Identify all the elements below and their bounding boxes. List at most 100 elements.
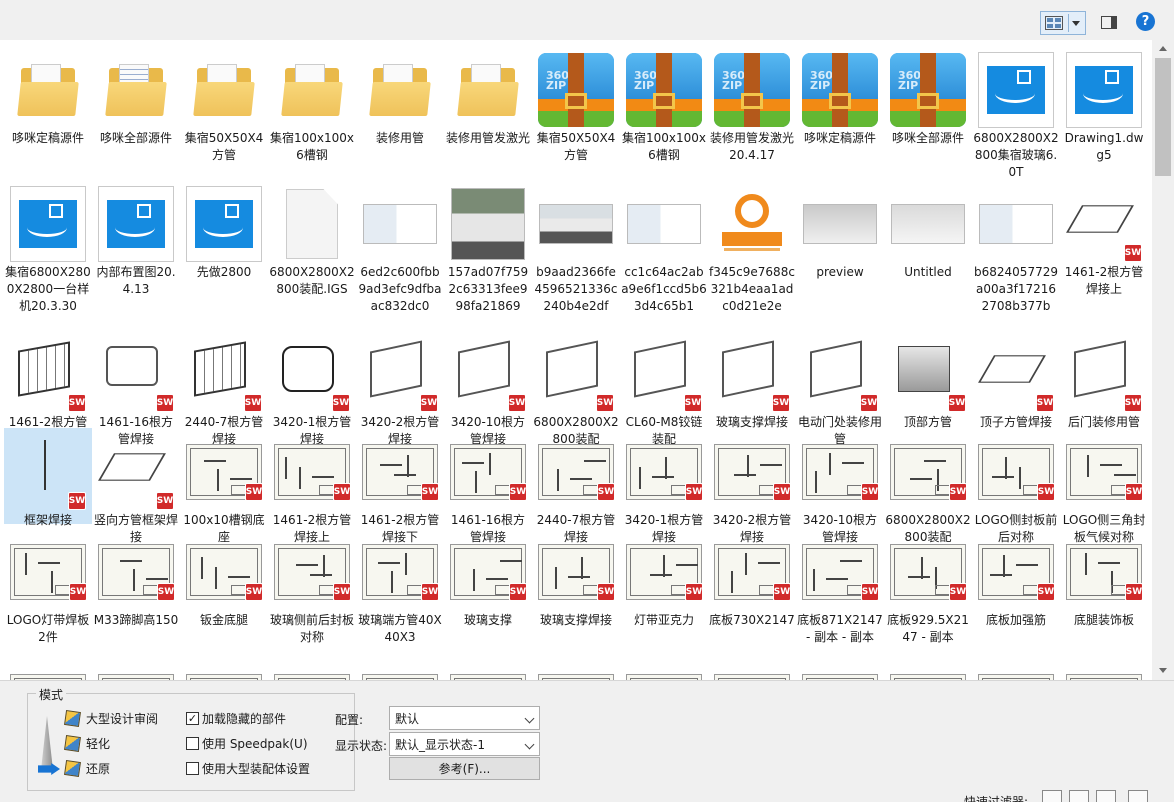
file-item[interactable]: SW 顶子方管焊接	[972, 330, 1060, 429]
file-item[interactable]: SW	[4, 658, 92, 680]
scroll-down-arrow-icon[interactable]	[1159, 668, 1167, 673]
file-item[interactable]: SW 后门装修用管	[1060, 330, 1148, 429]
file-item[interactable]: SW 灯带亚克力	[620, 528, 708, 627]
file-item[interactable]: SW 竖向方管框架焊接	[92, 428, 180, 544]
help-icon[interactable]: ?	[1136, 12, 1155, 31]
file-item[interactable]: 集宿6800X2800X2800一台样机20.3.30	[4, 180, 92, 313]
file-item[interactable]: b9aad2366fe4596521336c240b4e2df	[532, 180, 620, 313]
mode-large-design-review[interactable]: 大型设计审阅	[64, 708, 158, 728]
file-item[interactable]: 6800X2800X2800装配.IGS	[268, 180, 356, 296]
file-item[interactable]: SW 电动门处装修用管	[796, 330, 884, 446]
checkbox-unchecked[interactable]	[186, 736, 199, 750]
file-item[interactable]: SW1461-2根方管焊接下	[356, 428, 444, 544]
file-item[interactable]: SW 底板加强筋	[972, 528, 1060, 627]
file-item[interactable]: SW	[972, 658, 1060, 680]
file-item[interactable]: SW	[620, 658, 708, 680]
mode-resolved[interactable]: 还原	[64, 758, 110, 778]
file-item[interactable]: 先做2800	[180, 180, 268, 279]
file-item[interactable]: cc1c64ac2aba9e6f1ccd5b63d4c65b1	[620, 180, 708, 313]
file-item[interactable]: SW 1461-16根方管焊接	[92, 330, 180, 446]
file-item[interactable]: SW 底腿装饰板	[1060, 528, 1148, 627]
file-item[interactable]: SW	[796, 658, 884, 680]
file-item[interactable]: b6824057729a00a3f172162708b377b	[972, 180, 1060, 313]
file-item[interactable]: SW 框架焊接	[4, 428, 92, 527]
preview-pane-button[interactable]	[1099, 13, 1119, 31]
file-item[interactable]: SW	[92, 658, 180, 680]
config-select[interactable]: 默认	[389, 706, 540, 730]
checkbox-checked[interactable]: ✓	[186, 711, 199, 725]
file-item[interactable]: SW 1461-2根方管焊接上	[1060, 180, 1148, 296]
display-state-select[interactable]: 默认_显示状态-1	[389, 732, 540, 756]
view-mode-button[interactable]	[1040, 11, 1086, 35]
file-item[interactable]: preview	[796, 180, 884, 279]
file-item[interactable]: SW 玻璃侧前后封板对称	[268, 528, 356, 644]
vertical-scrollbar[interactable]	[1152, 40, 1174, 680]
file-item[interactable]: SW LOGO灯带焊板2件	[4, 528, 92, 644]
file-item[interactable]: Untitled	[884, 180, 972, 279]
file-item[interactable]: 装修用管发激光	[444, 46, 532, 145]
filter-parts-icon[interactable]	[1042, 790, 1062, 802]
file-item[interactable]: SW	[1060, 658, 1148, 680]
file-item[interactable]: Drawing1.dwg5	[1060, 46, 1148, 162]
scrollbar-thumb[interactable]	[1155, 58, 1171, 176]
file-item[interactable]: 集宿100x100x6槽钢	[268, 46, 356, 162]
file-item[interactable]: 360 ZIP 哆咪全部源件	[884, 46, 972, 145]
file-item[interactable]: 157ad07f7592c63313fee998fa21869	[444, 180, 532, 313]
file-item[interactable]: SW 底板730X2147	[708, 528, 796, 627]
file-item[interactable]: 哆咪全部源件	[92, 46, 180, 145]
file-item[interactable]: SW 玻璃支撑	[444, 528, 532, 627]
file-item[interactable]: SW1461-2根方管焊接下	[4, 330, 92, 446]
file-item[interactable]: SW 3420-2根方管焊接	[356, 330, 444, 446]
file-item[interactable]: SW	[180, 658, 268, 680]
file-item[interactable]: SW 底板871X2147 - 副本 - 副本	[796, 528, 884, 644]
file-item[interactable]: 360 ZIP 集宿100x100x6槽钢	[620, 46, 708, 162]
file-item[interactable]: 内部布置图20.4.13	[92, 180, 180, 296]
references-button[interactable]: 参考(F)...	[389, 757, 540, 780]
file-item[interactable]: SW 6800X2800X2800装配	[884, 428, 972, 544]
file-item[interactable]: SW	[356, 658, 444, 680]
large-assembly-settings-checkbox[interactable]: 使用大型装配体设置	[186, 758, 310, 778]
file-item[interactable]: SW 钣金底腿	[180, 528, 268, 627]
file-item[interactable]: SW 玻璃支撑焊接	[532, 528, 620, 627]
file-item[interactable]: SW 6800X2800X2800装配	[532, 330, 620, 446]
filter-drawings-icon[interactable]	[1096, 790, 1116, 802]
file-item[interactable]: SW LOGO侧三角封板气候对称	[1060, 428, 1148, 544]
use-speedpak-checkbox[interactable]: 使用 Speedpak(U)	[186, 733, 308, 753]
file-item[interactable]: SW 3420-2根方管焊接	[708, 428, 796, 544]
file-item[interactable]: SW 1461-16根方管焊接	[444, 428, 532, 544]
file-item[interactable]: SW 3420-1根方管焊接	[620, 428, 708, 544]
load-hidden-components-checkbox[interactable]: ✓ 加载隐藏的部件	[186, 708, 286, 728]
file-item[interactable]: 集宿50X50X4方管	[180, 46, 268, 162]
file-item[interactable]: 装修用管	[356, 46, 444, 145]
file-item[interactable]: 360 ZIP 装修用管发激光20.4.17	[708, 46, 796, 162]
file-item[interactable]: 360 ZIP 集宿50X50X4方管	[532, 46, 620, 162]
file-item[interactable]: f345c9e7688c321b4eaa1adc0d21e2e	[708, 180, 796, 313]
file-item[interactable]: SW	[532, 658, 620, 680]
file-item[interactable]: SW 3420-10根方管焊接	[444, 330, 532, 446]
file-item[interactable]: SW 100x10槽钢底座	[180, 428, 268, 544]
file-item[interactable]: SW 3420-10根方管焊接	[796, 428, 884, 544]
file-item[interactable]: SW 1461-2根方管焊接上	[268, 428, 356, 544]
file-item[interactable]: SW 底板929.5X2147 - 副本	[884, 528, 972, 644]
file-item[interactable]: 360 ZIP 哆咪定稿源件	[796, 46, 884, 145]
file-item[interactable]: SW	[268, 658, 356, 680]
file-item[interactable]: SW 玻璃支撑焊接	[708, 330, 796, 429]
filter-top-level-icon[interactable]	[1128, 790, 1148, 802]
checkbox-unchecked[interactable]	[186, 761, 199, 775]
mode-lightweight[interactable]: 轻化	[64, 733, 110, 753]
filter-assemblies-icon[interactable]	[1069, 790, 1089, 802]
file-item[interactable]: SW 玻璃端方管40X40X3	[356, 528, 444, 644]
file-item[interactable]: SW 2440-7根方管焊接	[532, 428, 620, 544]
file-item[interactable]: SW	[884, 658, 972, 680]
file-item[interactable]: 6800X2800X2800集宿玻璃6.0T	[972, 46, 1060, 179]
chevron-down-icon[interactable]	[1072, 21, 1080, 26]
file-item[interactable]: SW 3420-1根方管焊接	[268, 330, 356, 446]
file-item[interactable]: SW CL60-M8铰链装配	[620, 330, 708, 446]
file-item[interactable]: SW	[708, 658, 796, 680]
file-item[interactable]: SW	[444, 658, 532, 680]
file-item[interactable]: 哆咪定稿源件	[4, 46, 92, 145]
scroll-up-arrow-icon[interactable]	[1159, 46, 1167, 51]
file-item[interactable]: SW 顶部方管	[884, 330, 972, 429]
file-item[interactable]: 6ed2c600fbb9ad3efc9dfbaac832dc0	[356, 180, 444, 313]
file-item[interactable]: SW LOGO侧封板前后对称	[972, 428, 1060, 544]
